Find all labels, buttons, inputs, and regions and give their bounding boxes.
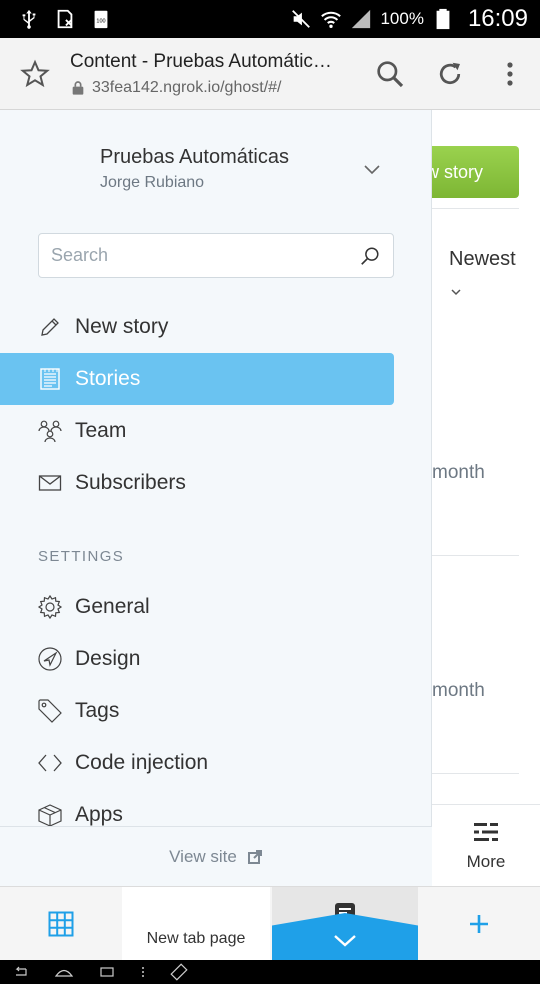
rotate-icon[interactable] bbox=[170, 963, 188, 981]
nav-item-design[interactable]: Design bbox=[0, 633, 432, 685]
search-input[interactable] bbox=[51, 245, 359, 266]
search-icon bbox=[361, 246, 379, 265]
nav-item-label: New story bbox=[75, 315, 169, 338]
chevron-down-icon bbox=[334, 935, 356, 947]
settings-section-label: SETTINGS bbox=[38, 548, 125, 565]
nav-item-team[interactable]: Team bbox=[0, 405, 432, 457]
signal-icon bbox=[352, 9, 371, 29]
battery-full-icon: 100 bbox=[94, 10, 108, 29]
nav-item-subscribers[interactable]: Subscribers bbox=[0, 457, 432, 509]
background-page: w story Newest month month More bbox=[432, 110, 540, 886]
main-nav: New story Stories Team Subscribers bbox=[0, 301, 432, 509]
envelope-icon bbox=[37, 470, 63, 496]
sliders-icon bbox=[474, 820, 498, 843]
reload-icon bbox=[439, 62, 461, 84]
mute-icon bbox=[292, 10, 311, 28]
team-icon bbox=[37, 418, 63, 444]
more-tab[interactable]: More bbox=[432, 804, 540, 886]
code-icon bbox=[37, 750, 63, 776]
more-vert-icon bbox=[507, 61, 513, 86]
plus-icon bbox=[470, 915, 488, 933]
nav-item-label: Subscribers bbox=[75, 471, 186, 494]
divider bbox=[432, 555, 519, 556]
pencil-icon bbox=[37, 314, 63, 340]
grid-icon bbox=[48, 911, 74, 937]
nav-item-tags[interactable]: Tags bbox=[0, 685, 432, 737]
back-icon[interactable] bbox=[12, 965, 30, 979]
box-icon bbox=[37, 802, 63, 828]
view-site-label: View site bbox=[169, 846, 237, 866]
browser-toolbar: Content - Pruebas Automáticas - Ghost 33… bbox=[0, 38, 540, 110]
tab-strip: New tab page bbox=[0, 886, 540, 961]
post-date: month bbox=[432, 680, 485, 701]
tab-new-tab-page[interactable]: New tab page bbox=[122, 887, 270, 961]
nav-drawer: Pruebas Automáticas Jorge Rubiano New st… bbox=[0, 110, 432, 886]
tag-icon bbox=[37, 698, 63, 724]
nav-item-code-injection[interactable]: Code injection bbox=[0, 737, 432, 789]
status-bar: 100 100% 16:09 bbox=[0, 0, 540, 38]
sd-card-icon bbox=[57, 9, 73, 29]
address-bar[interactable]: Content - Pruebas Automáticas - Ghost 33… bbox=[70, 51, 360, 97]
nav-item-label: Code injection bbox=[75, 751, 209, 774]
nav-item-stories[interactable]: Stories bbox=[0, 353, 394, 405]
post-date: month bbox=[432, 462, 485, 483]
sort-dropdown[interactable]: Newest bbox=[449, 248, 529, 271]
overflow-menu-button[interactable] bbox=[480, 38, 540, 110]
tab-switcher-button[interactable] bbox=[0, 887, 122, 961]
page-title: Content - Pruebas Automáticas - Ghost bbox=[70, 50, 338, 72]
search-field[interactable] bbox=[38, 233, 394, 278]
stories-icon bbox=[37, 366, 63, 392]
tab-label: New tab page bbox=[146, 930, 246, 947]
star-icon bbox=[20, 59, 50, 87]
gear-icon bbox=[37, 594, 63, 620]
usb-icon bbox=[22, 9, 36, 29]
divider bbox=[432, 773, 519, 774]
site-title: Pruebas Automáticas bbox=[100, 146, 289, 168]
system-nav-bar bbox=[0, 960, 540, 984]
url-text: 33fea142.ngrok.io/ghost/#/ bbox=[92, 78, 282, 96]
settings-nav: General Design Tags Code injection Apps bbox=[0, 581, 432, 841]
clock: 16:09 bbox=[467, 5, 528, 32]
chevron-down-icon[interactable] bbox=[362, 162, 382, 176]
battery-percent: 100% bbox=[380, 9, 424, 28]
nav-item-label: General bbox=[75, 595, 150, 618]
site-switcher[interactable]: Pruebas Automáticas Jorge Rubiano bbox=[100, 146, 289, 192]
nav-item-new-story[interactable]: New story bbox=[0, 301, 432, 353]
nav-item-label: Tags bbox=[75, 699, 120, 722]
battery-icon bbox=[436, 8, 450, 30]
wifi-icon bbox=[321, 11, 342, 28]
svg-text:100: 100 bbox=[96, 19, 105, 25]
tab-current[interactable] bbox=[272, 887, 418, 961]
nav-item-label: Apps bbox=[75, 803, 123, 826]
search-icon bbox=[377, 60, 404, 87]
nav-item-label: Team bbox=[75, 419, 127, 442]
nav-item-label: Stories bbox=[75, 367, 141, 390]
lock-icon bbox=[72, 80, 84, 95]
new-tab-button[interactable] bbox=[418, 887, 540, 961]
site-user: Jorge Rubiano bbox=[100, 174, 205, 191]
reload-button[interactable] bbox=[420, 38, 480, 110]
home-icon[interactable] bbox=[54, 965, 74, 979]
search-button[interactable] bbox=[360, 38, 420, 110]
more-label: More bbox=[466, 851, 506, 871]
menu-dots-icon[interactable] bbox=[140, 965, 146, 979]
new-story-button[interactable]: w story bbox=[432, 146, 519, 198]
nav-item-label: Design bbox=[75, 647, 141, 670]
view-site-link[interactable]: View site bbox=[0, 826, 432, 886]
chevron-down-icon bbox=[451, 289, 461, 296]
divider bbox=[432, 208, 519, 209]
nav-item-general[interactable]: General bbox=[0, 581, 432, 633]
bookmark-star-button[interactable] bbox=[0, 38, 70, 110]
recents-icon[interactable] bbox=[98, 965, 116, 979]
external-link-icon bbox=[247, 849, 262, 864]
compass-icon bbox=[37, 646, 63, 672]
